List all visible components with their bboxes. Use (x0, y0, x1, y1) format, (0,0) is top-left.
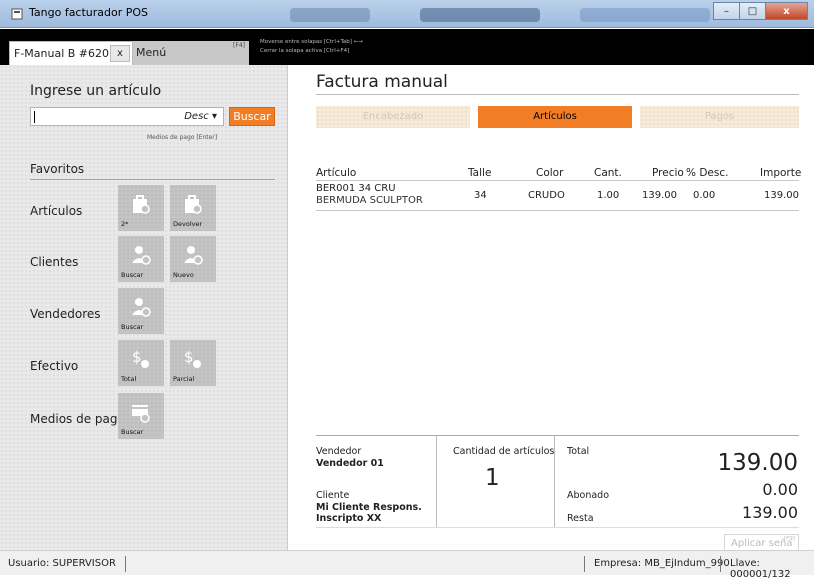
abonado-value: 0.00 (762, 480, 798, 499)
tab-factura-label: F-Manual B #620 (14, 47, 110, 60)
category-vendedores: Vendedores (30, 307, 101, 321)
summary-sep-1 (436, 436, 437, 528)
cliente-label: Cliente (316, 490, 350, 501)
bag-return-icon (185, 195, 202, 214)
col-precio: Precio (652, 167, 684, 179)
vendedor-value: Vendedor 01 (316, 458, 384, 469)
left-panel: Ingrese un artículo Desc ▾ Buscar Medios… (0, 65, 288, 550)
step-articulos[interactable]: Artículos (478, 106, 632, 128)
category-articulos: Artículos (30, 204, 83, 218)
maximize-button[interactable]: □ (739, 2, 765, 20)
tab-factura[interactable]: F-Manual B #620 x (9, 41, 133, 65)
tile-articulos-return[interactable]: Devolver (170, 185, 216, 231)
title-divider (316, 94, 799, 95)
row-desc: 0.00 (693, 190, 716, 201)
text-caret (34, 111, 35, 123)
minimize-button[interactable]: – (713, 2, 739, 20)
tile-articulos-search[interactable]: 2* (118, 185, 164, 231)
abonado-label: Abonado (567, 490, 610, 501)
person-add-icon (184, 246, 203, 265)
article-entry-heading: Ingrese un artículo (30, 83, 162, 99)
col-importe: Importe (760, 167, 802, 179)
window-title: Tango facturador POS (29, 6, 149, 19)
close-window-button[interactable]: x (765, 2, 808, 20)
page-title: Factura manual (316, 72, 448, 92)
tab-hint-close: Cerrar la solapa activa [Ctrl+F4] (260, 48, 350, 54)
card-search-icon (132, 405, 150, 423)
person-search-icon (132, 246, 151, 265)
row-precio: 139.00 (642, 190, 677, 201)
payment-shortcut-hint: Medios de pago [Enter] (147, 134, 218, 141)
cliente-value-2: Inscripto XX (316, 513, 382, 524)
category-efectivo: Efectivo (30, 359, 79, 373)
svg-text:$: $ (132, 348, 142, 366)
step-pagos[interactable]: Pagos (640, 106, 799, 128)
row-cant: 1.00 (597, 190, 620, 201)
tab-close-button[interactable]: x (110, 45, 130, 62)
status-user: Usuario: SUPERVISOR (8, 558, 116, 569)
tile-clientes-search[interactable]: Buscar (118, 236, 164, 282)
status-llave: Llave: 000001/132 (730, 558, 791, 580)
col-articulo: Artículo (316, 167, 357, 179)
col-cant: Cant. (594, 167, 622, 179)
row-importe: 139.00 (764, 190, 799, 201)
svg-text:$: $ (184, 348, 194, 366)
cash-partial-icon: $ (184, 348, 201, 368)
cliente-value-1: Mi Cliente Respons. (316, 502, 422, 513)
row-color: CRUDO (528, 190, 565, 201)
invoice-panel: Factura manual Encabezado Artículos Pago… (289, 65, 814, 553)
search-button[interactable]: Buscar (229, 107, 275, 126)
cantidad-label: Cantidad de artículos (453, 446, 555, 457)
resta-value: 139.00 (742, 503, 798, 522)
total-label: Total (567, 446, 590, 457)
article-search-input[interactable]: Desc ▾ (30, 107, 224, 126)
footer-divider (316, 527, 799, 528)
col-talle: Talle (468, 167, 492, 179)
row-talle: 34 (474, 190, 487, 201)
vendedor-label: Vendedor (316, 446, 362, 457)
col-color: Color (536, 167, 564, 179)
tab-strip: F-Manual B #620 x Menú [F4] Moverse entr… (0, 29, 814, 65)
cash-total-icon: $ (132, 348, 149, 368)
tile-clientes-new[interactable]: Nuevo (170, 236, 216, 282)
tile-vendedores-search[interactable]: Buscar (118, 288, 164, 334)
aplicar-shortcut: [F9] (784, 536, 795, 542)
tab-hint-switch: Moverse entre solapas [Ctrl+Tab] ←→ (260, 39, 363, 45)
title-bar: Tango facturador POS – □ x (0, 0, 814, 28)
step-encabezado[interactable]: Encabezado (316, 106, 470, 128)
favorites-heading: Favoritos (30, 162, 85, 176)
row-code: BER001 34 CRU (316, 183, 396, 194)
tile-efectivo-partial[interactable]: $ Parcial (170, 340, 216, 386)
search-mode-dropdown[interactable]: Desc ▾ (184, 111, 217, 122)
category-medios-de-pago: Medios de pago (30, 412, 125, 426)
status-bar: Usuario: SUPERVISOR Empresa: MB_EjIndum_… (0, 550, 814, 580)
tab-menu-shortcut: [F4] (233, 42, 245, 49)
row-description: BERMUDA SCULPTOR (316, 195, 423, 206)
seller-search-icon (132, 298, 151, 317)
category-clientes: Clientes (30, 255, 79, 269)
row-divider (316, 210, 799, 211)
favorites-divider (30, 179, 275, 180)
resta-label: Resta (567, 513, 594, 524)
tab-menu-label: Menú (136, 46, 167, 59)
tab-menu[interactable]: Menú [F4] (133, 41, 249, 65)
tile-efectivo-total[interactable]: $ Total (118, 340, 164, 386)
header-divider (316, 180, 799, 181)
app-icon (11, 8, 23, 20)
tile-medios-search[interactable]: Buscar (118, 393, 164, 439)
summary-divider (316, 435, 799, 436)
col-desc: % Desc. (686, 167, 729, 179)
total-value: 139.00 (717, 450, 798, 476)
status-empresa: Empresa: MB_EjIndum_990 (594, 558, 730, 569)
cantidad-value: 1 (485, 465, 500, 491)
bag-search-icon (133, 195, 150, 214)
